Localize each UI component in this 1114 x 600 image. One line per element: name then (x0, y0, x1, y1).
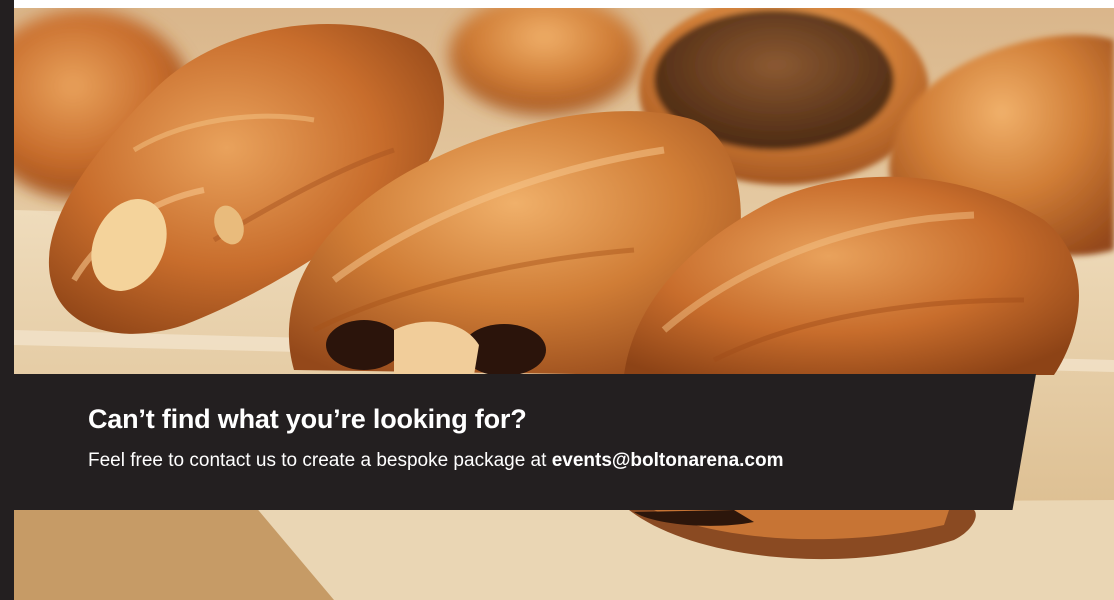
pastries-photo (14, 0, 1114, 600)
left-edge-strip (0, 0, 14, 600)
top-strip (14, 0, 1114, 8)
promo-card: Can’t find what you’re looking for? Feel… (0, 0, 1114, 600)
banner-message: Feel free to contact us to create a besp… (88, 450, 784, 472)
contact-email-link[interactable]: events@boltonarena.com (552, 450, 784, 471)
banner-title: Can’t find what you’re looking for? (88, 404, 527, 434)
banner-message-text: Feel free to contact us to create a besp… (88, 450, 552, 471)
contact-banner: Can’t find what you’re looking for? Feel… (14, 374, 1036, 510)
